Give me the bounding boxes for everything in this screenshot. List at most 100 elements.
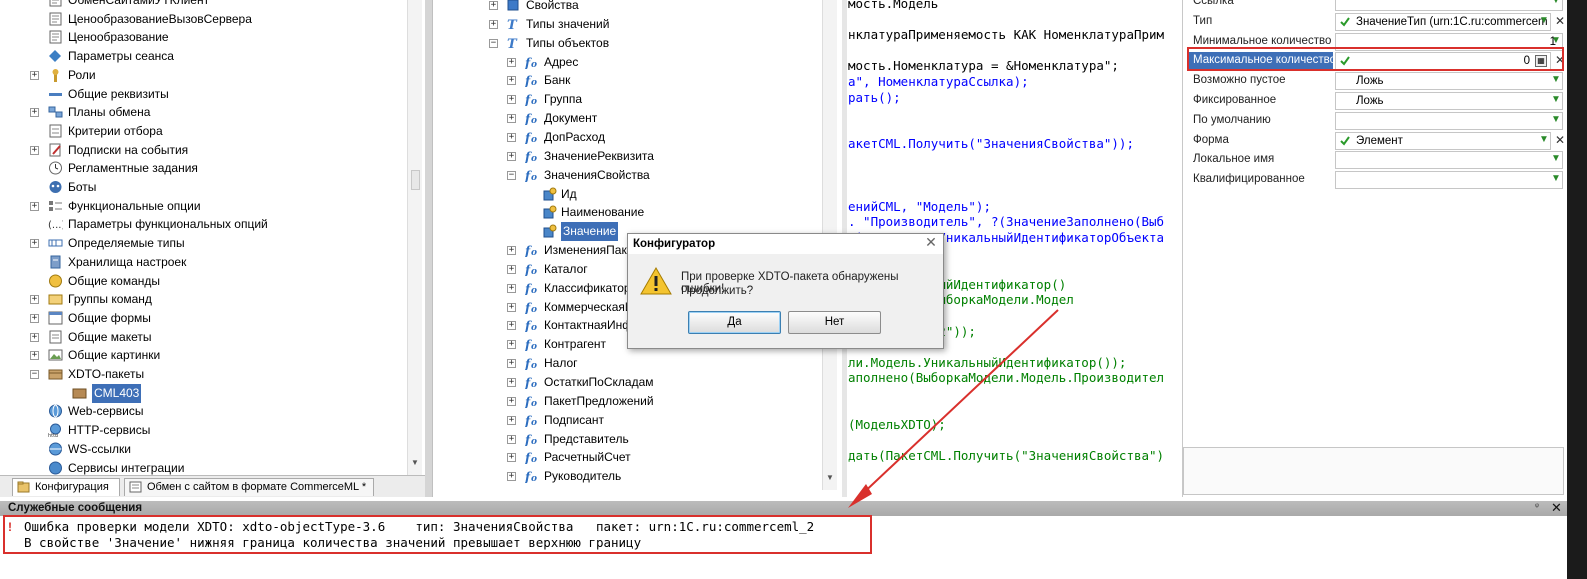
chevron-down-icon[interactable]: ▼ — [1537, 13, 1551, 31]
yes-button[interactable]: Да — [688, 311, 781, 334]
collapse-icon[interactable]: − — [30, 370, 39, 379]
scroll-down-icon[interactable]: ▼ — [410, 458, 420, 470]
code-line[interactable]: рать(); — [848, 89, 901, 107]
tree-item[interactable]: Web-сервисы — [0, 402, 405, 421]
tree-item[interactable]: + Определяемые типы — [0, 234, 405, 253]
tree-item[interactable]: + f o ДопРасход — [433, 128, 823, 147]
tree-item[interactable]: Критерии отбора — [0, 122, 405, 141]
expand-icon[interactable]: + — [507, 453, 516, 463]
code-line[interactable]: нклатураПрименяемость КАК НоменклатураПр… — [848, 26, 1164, 44]
tree-item[interactable]: + Общие макеты — [0, 328, 405, 347]
expand-icon[interactable]: + — [507, 264, 516, 274]
tree-item[interactable]: (...) Параметры функциональных опций — [0, 215, 405, 234]
expand-icon[interactable]: + — [30, 351, 39, 361]
tree-item[interactable]: + Общие картинки — [0, 346, 405, 365]
tree-item[interactable]: WS-ссылки — [0, 440, 405, 459]
expand-icon[interactable]: + — [30, 145, 39, 155]
expand-icon[interactable]: + — [30, 239, 39, 249]
property-value[interactable] — [1335, 151, 1563, 170]
tree-item[interactable]: + f o ЗначениеРеквизита — [433, 147, 823, 166]
chevron-down-icon[interactable]: ▼ — [1549, 72, 1563, 90]
chevron-down-icon[interactable]: ▼ — [1549, 151, 1563, 169]
property-value[interactable] — [1335, 171, 1563, 190]
chevron-down-icon[interactable]: ▼ — [1549, 92, 1563, 110]
expand-icon[interactable]: + — [507, 76, 516, 86]
expand-icon[interactable]: + — [507, 340, 516, 350]
scroll-thumb[interactable] — [411, 170, 420, 190]
property-row[interactable]: Квалифицированное ▼ — [1183, 170, 1583, 190]
tree-item[interactable]: http HTTP-сервисы — [0, 421, 405, 440]
tree-item[interactable]: Параметры сеанса — [0, 47, 405, 66]
expand-icon[interactable]: + — [507, 114, 516, 124]
expand-icon[interactable]: + — [30, 70, 39, 80]
tree-item[interactable]: + f o Документ — [433, 109, 823, 128]
property-value[interactable]: Ложь — [1335, 72, 1563, 91]
tree-item[interactable]: + Роли — [0, 66, 405, 85]
tree-item[interactable]: Наименование — [433, 203, 823, 222]
tree-item[interactable]: − f o ЗначенияСвойства — [433, 166, 823, 185]
property-row[interactable]: Фиксированное Ложь ▼ — [1183, 91, 1583, 111]
code-line[interactable]: акетCML.Получить("ЗначенияСвойства")); — [848, 135, 1134, 153]
tree-item[interactable]: + Функциональные опции — [0, 197, 405, 216]
tree-item[interactable]: − XDTO-пакеты — [0, 365, 405, 384]
expand-icon[interactable]: + — [30, 108, 39, 118]
property-value[interactable]: Элемент — [1335, 131, 1551, 150]
expand-icon[interactable]: + — [507, 283, 516, 293]
expand-icon[interactable]: + — [507, 415, 516, 425]
expand-icon[interactable]: + — [30, 332, 39, 342]
expand-icon[interactable]: + — [507, 57, 516, 67]
tree-item[interactable]: ЦенообразованиеВызовСервера — [0, 10, 405, 29]
tree-item[interactable]: + f o РасчетныйСчет — [433, 448, 823, 467]
expand-icon[interactable]: + — [507, 151, 516, 161]
tree-item[interactable]: + f o Представитель — [433, 430, 823, 449]
property-row[interactable]: Ссылка ▼ — [1183, 0, 1583, 12]
collapse-icon[interactable]: − — [489, 38, 498, 48]
chevron-down-icon[interactable]: ▼ — [1549, 0, 1563, 11]
expand-icon[interactable]: + — [30, 313, 39, 323]
tree-item[interactable]: + Свойства — [433, 0, 823, 15]
close-icon[interactable]: ✕ — [1551, 500, 1562, 516]
collapse-icon[interactable]: − — [507, 170, 516, 180]
tree-item[interactable]: + f o Адрес — [433, 53, 823, 72]
property-value[interactable] — [1335, 0, 1563, 11]
left-tree-scrollbar[interactable]: ▼ — [407, 0, 422, 475]
configuration-tree[interactable]: ОбменСайтамиУТКлиент ЦенообразованиеВызов… — [0, 0, 425, 475]
close-icon[interactable]: ✕ — [924, 235, 938, 250]
expand-icon[interactable]: + — [507, 434, 516, 444]
clear-icon[interactable]: ✕ — [1553, 132, 1567, 150]
property-row[interactable]: Возможно пустое Ложь ▼ — [1183, 71, 1583, 91]
tree-item[interactable]: + f o Руководитель — [433, 467, 823, 486]
tree-item[interactable]: + f o ПакетПредложений — [433, 392, 823, 411]
tree-item[interactable]: Ид — [433, 185, 823, 204]
tree-item[interactable]: + f o Подписант — [433, 411, 823, 430]
chevron-down-icon[interactable]: ▼ — [1537, 132, 1551, 150]
code-line[interactable]: мость.Модель — [848, 0, 938, 13]
no-button[interactable]: Нет — [788, 311, 881, 334]
expand-icon[interactable]: + — [507, 321, 516, 331]
expand-icon[interactable]: + — [507, 95, 516, 105]
tree-item[interactable]: + Общие формы — [0, 309, 405, 328]
tree-item[interactable]: + Планы обмена — [0, 103, 405, 122]
tree-item[interactable]: Регламентные задания — [0, 159, 405, 178]
tree-item[interactable]: + f o Группа — [433, 90, 823, 109]
expand-icon[interactable]: + — [507, 132, 516, 142]
expand-icon[interactable]: + — [489, 1, 498, 10]
tree-item[interactable]: Общие реквизиты — [0, 85, 405, 104]
tree-item[interactable]: Боты — [0, 178, 405, 197]
tree-item[interactable]: CML403 — [0, 383, 405, 403]
expand-icon[interactable]: + — [507, 359, 516, 369]
tree-item[interactable]: + f o ОстаткиПоСкладам — [433, 373, 823, 392]
tree-item[interactable]: Сервисы интеграции — [0, 459, 405, 476]
expand-icon[interactable]: + — [489, 19, 498, 29]
scroll-down-icon[interactable]: ▼ — [825, 473, 835, 485]
property-row[interactable]: По умолчанию ▼ — [1183, 111, 1583, 131]
property-row[interactable]: Форма Элемент ▼ ✕ — [1183, 131, 1583, 151]
expand-icon[interactable]: + — [507, 378, 516, 387]
property-row[interactable]: Локальное имя ▼ — [1183, 150, 1583, 170]
property-value[interactable] — [1335, 111, 1563, 130]
chevron-down-icon[interactable]: ▼ — [1549, 112, 1563, 130]
tree-item[interactable]: ОбменСайтамиУТКлиент — [0, 0, 405, 10]
panel-splitter[interactable] — [425, 0, 432, 497]
tree-item[interactable]: + f o Налог — [433, 354, 823, 373]
property-value[interactable]: ЗначениеТип (urn:1C.ru:commercem — [1335, 12, 1551, 31]
